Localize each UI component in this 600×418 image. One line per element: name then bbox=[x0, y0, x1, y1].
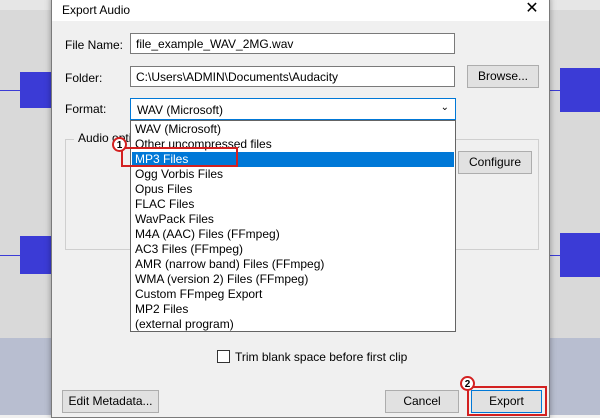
chevron-down-icon: ⌄ bbox=[440, 102, 449, 113]
format-option-wma[interactable]: WMA (version 2) Files (FFmpeg) bbox=[132, 272, 454, 287]
dialog-title: Export Audio bbox=[62, 3, 131, 17]
format-option-wavpack[interactable]: WavPack Files bbox=[132, 212, 454, 227]
format-option-mp2[interactable]: MP2 Files bbox=[132, 302, 454, 317]
close-icon[interactable]: ✕ bbox=[515, 0, 549, 21]
trim-checkbox[interactable] bbox=[217, 350, 230, 363]
format-option-external-program[interactable]: (external program) bbox=[132, 317, 454, 332]
annotation-highlight-export bbox=[467, 386, 547, 416]
format-option-flac[interactable]: FLAC Files bbox=[132, 197, 454, 212]
browse-button[interactable]: Browse... bbox=[467, 65, 539, 88]
waveform-right-2 bbox=[560, 233, 600, 277]
format-option-ogg[interactable]: Ogg Vorbis Files bbox=[132, 167, 454, 182]
format-option-opus[interactable]: Opus Files bbox=[132, 182, 454, 197]
format-option-wav[interactable]: WAV (Microsoft) bbox=[132, 122, 454, 137]
edit-metadata-button[interactable]: Edit Metadata... bbox=[62, 390, 159, 413]
trim-label: Trim blank space before first clip bbox=[235, 350, 408, 364]
title-bar: Export Audio ✕ bbox=[52, 0, 549, 21]
folder-label: Folder: bbox=[65, 71, 103, 85]
format-option-m4a[interactable]: M4A (AAC) Files (FFmpeg) bbox=[132, 227, 454, 242]
waveform-right-1 bbox=[560, 68, 600, 112]
waveform-left-2 bbox=[20, 236, 52, 274]
format-option-ac3[interactable]: AC3 Files (FFmpeg) bbox=[132, 242, 454, 257]
configure-button[interactable]: Configure bbox=[458, 151, 532, 174]
file-name-label: File Name: bbox=[65, 38, 124, 52]
file-name-input[interactable]: file_example_WAV_2MG.wav bbox=[130, 33, 455, 54]
folder-input[interactable]: C:\Users\ADMIN\Documents\Audacity bbox=[130, 66, 455, 87]
annotation-highlight-mp3 bbox=[121, 147, 238, 167]
cancel-button[interactable]: Cancel bbox=[385, 390, 459, 413]
waveform-left-1 bbox=[20, 72, 52, 108]
format-option-amr[interactable]: AMR (narrow band) Files (FFmpeg) bbox=[132, 257, 454, 272]
annotation-badge-step1: 1 bbox=[112, 137, 127, 152]
annotation-badge-step2: 2 bbox=[460, 376, 475, 391]
format-selected-value: WAV (Microsoft) bbox=[137, 103, 223, 117]
format-label: Format: bbox=[65, 102, 107, 116]
format-select[interactable]: WAV (Microsoft) ⌄ bbox=[130, 98, 456, 120]
export-audio-dialog: Export Audio ✕ File Name: file_example_W… bbox=[51, 0, 550, 418]
format-option-custom-ffmpeg[interactable]: Custom FFmpeg Export bbox=[132, 287, 454, 302]
